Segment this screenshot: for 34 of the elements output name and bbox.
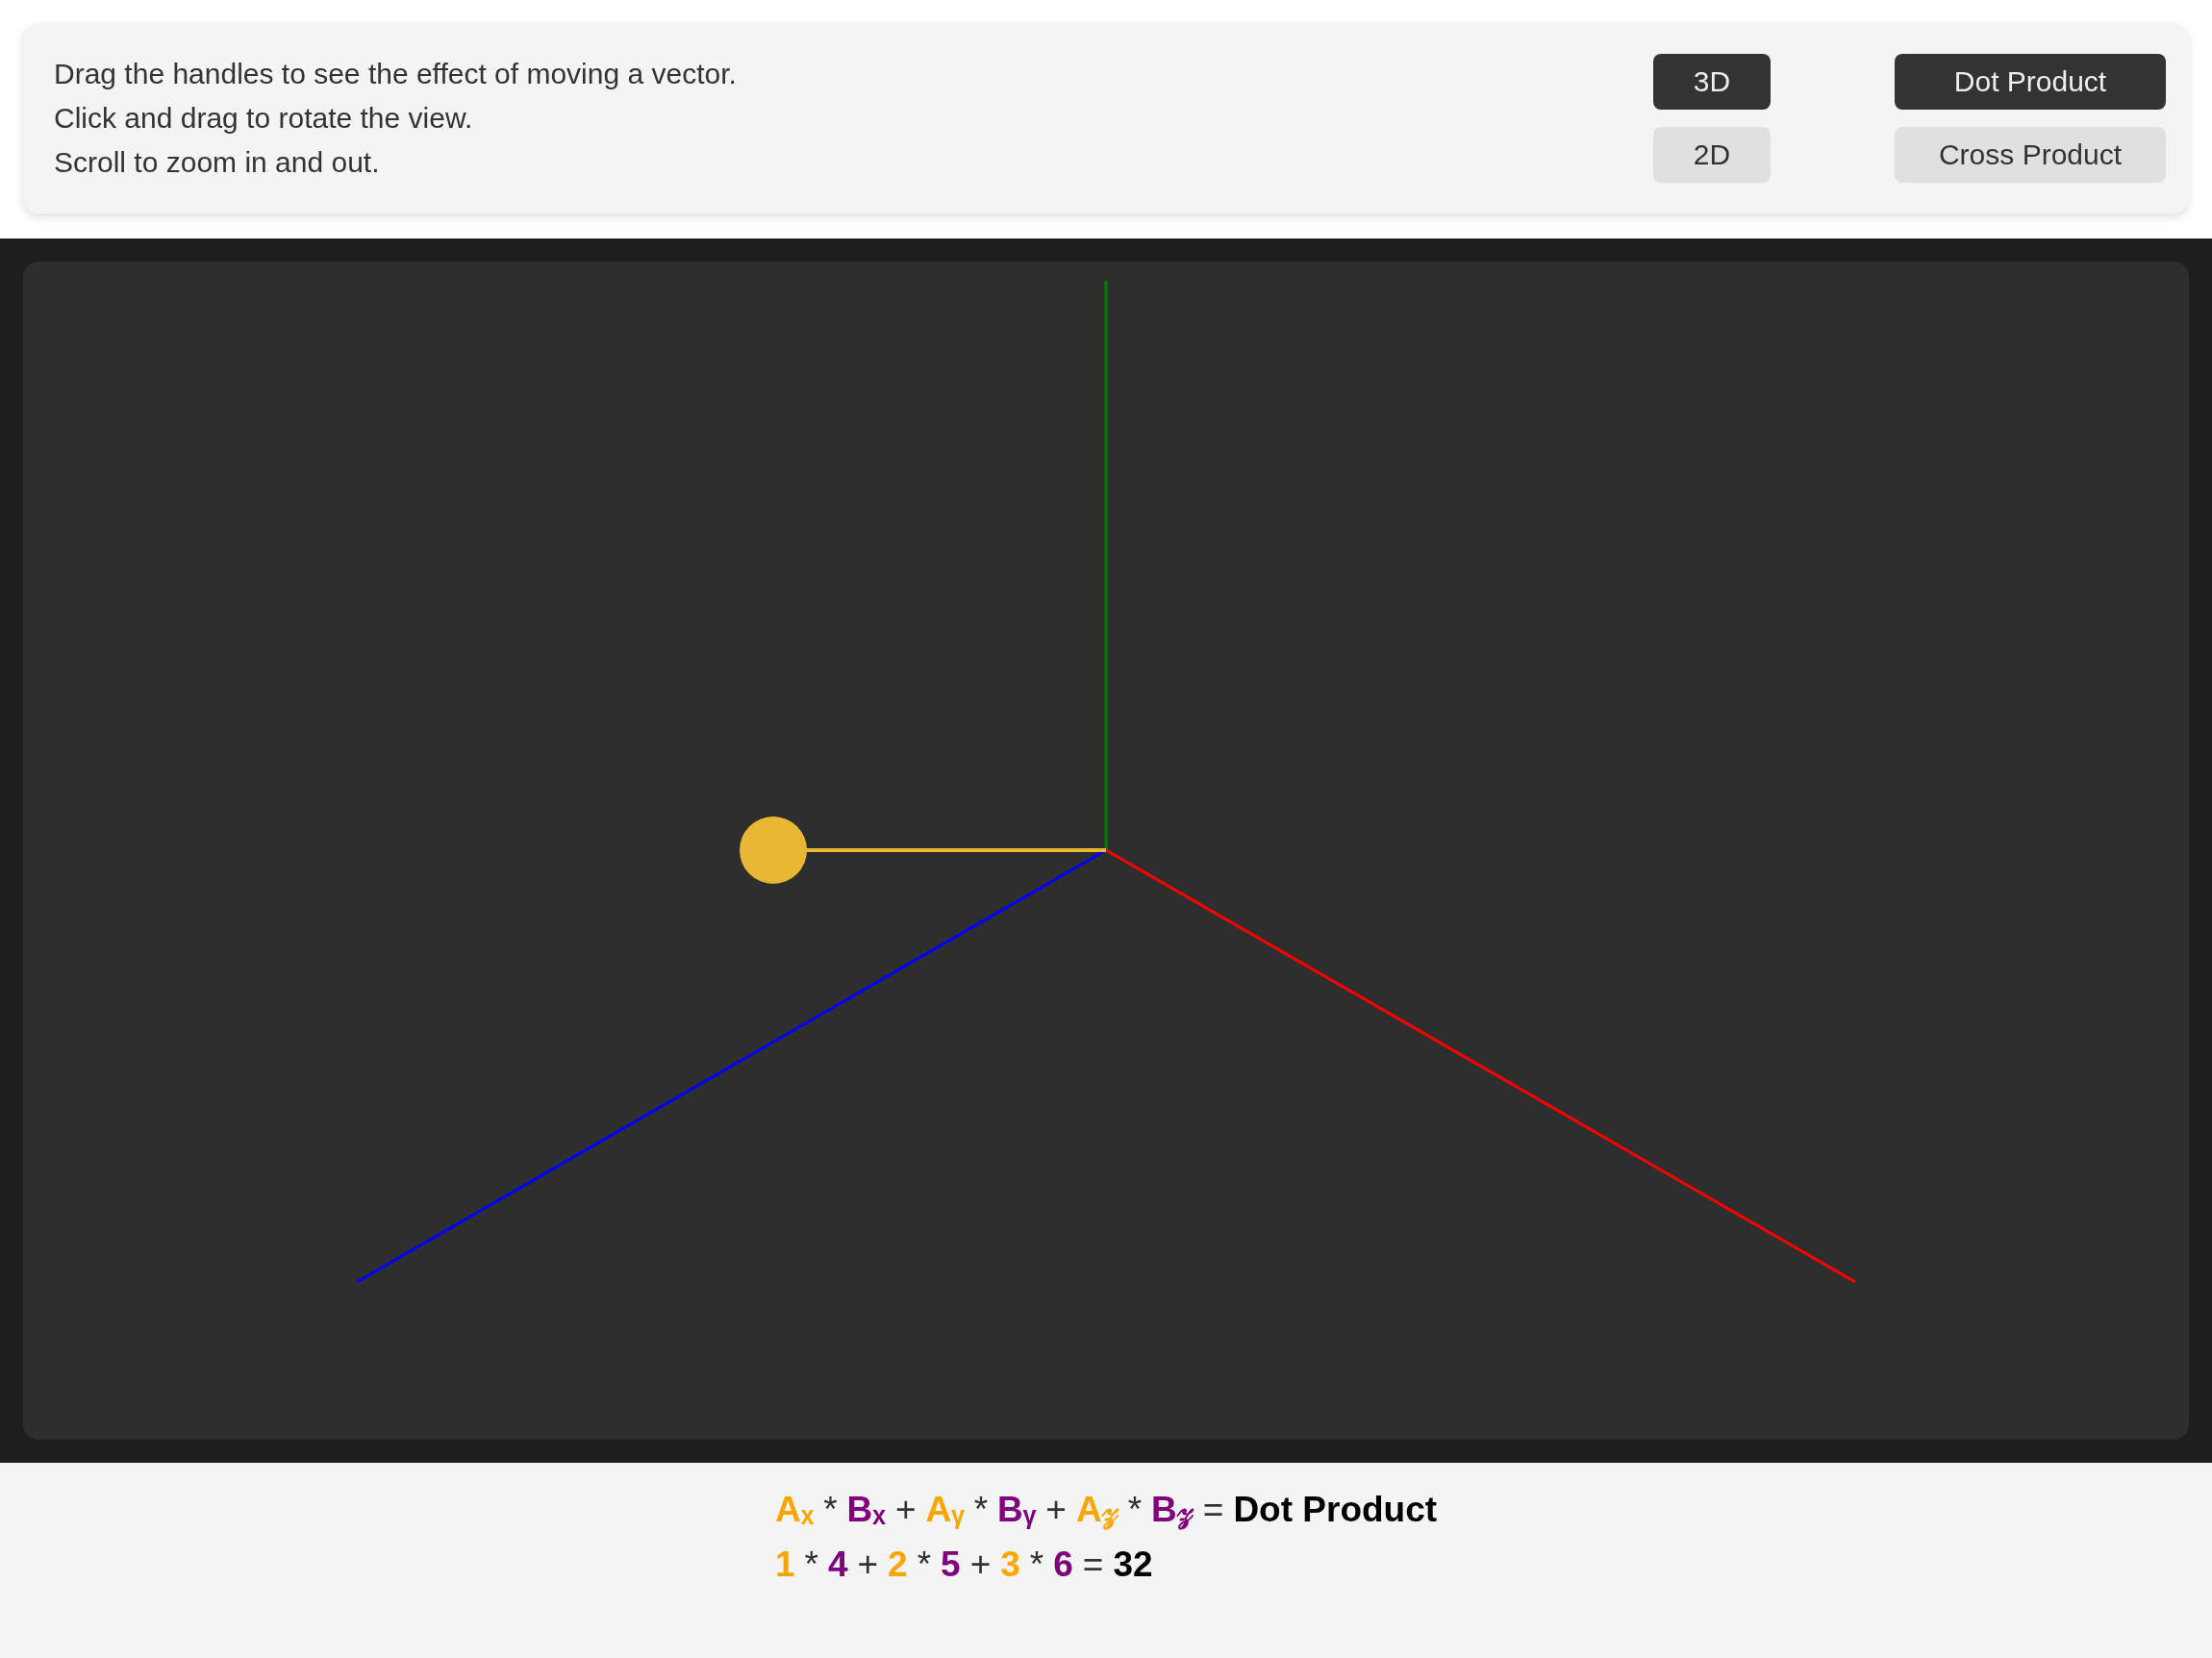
vector-a-term: Aᵧ	[925, 1489, 965, 1531]
drag-handle[interactable]	[740, 816, 807, 884]
operator-sign: +	[969, 1544, 992, 1586]
vector-a-term: 1	[774, 1544, 795, 1586]
view-mode-button[interactable]: 3D	[1653, 54, 1771, 110]
vector-b-term: B𝓏	[1151, 1489, 1194, 1532]
vector-b-term: 5	[941, 1544, 961, 1586]
product-mode-button[interactable]: Dot Product	[1895, 54, 2166, 110]
operator-sign: =	[1082, 1544, 1104, 1586]
operator-sign: *	[973, 1489, 989, 1531]
vector-a-term: 3	[1000, 1544, 1020, 1586]
instruction-text: Drag the handles to see the effect of moving a vector.	[54, 57, 737, 91]
result-text: 32	[1113, 1544, 1153, 1586]
vector-a-term: 2	[888, 1544, 908, 1586]
operator-sign: *	[1029, 1544, 1044, 1586]
operator-sign: +	[894, 1489, 917, 1531]
operator-sign: =	[1202, 1489, 1224, 1531]
operator-sign: +	[1045, 1489, 1067, 1531]
operator-sign: +	[857, 1544, 879, 1586]
operator-sign: *	[917, 1544, 932, 1586]
operator-sign: *	[804, 1544, 818, 1586]
vector-b-term: Bᵧ	[997, 1489, 1037, 1531]
vector-b-term: 4	[827, 1544, 848, 1586]
vector-a-term: Aₓ	[774, 1489, 815, 1531]
vector-b-term: 6	[1053, 1544, 1073, 1586]
vector-a-term: A𝓏	[1075, 1489, 1119, 1532]
result-text: Dot Product	[1233, 1489, 1438, 1531]
operator-sign: *	[823, 1489, 838, 1531]
instruction-text: Click and drag to rotate the view.	[54, 101, 474, 136]
operator-sign: *	[1127, 1489, 1143, 1531]
view-mode-button[interactable]: 2D	[1653, 127, 1771, 183]
vector-b-term: Bₓ	[846, 1489, 886, 1531]
product-mode-button[interactable]: Cross Product	[1895, 127, 2166, 183]
instruction-text: Scroll to zoom in and out.	[54, 145, 381, 180]
